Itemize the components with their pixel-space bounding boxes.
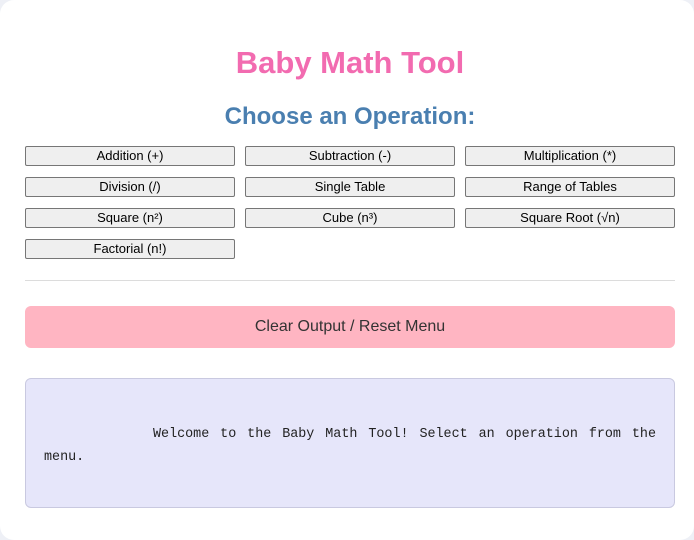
- division-button[interactable]: Division (/): [25, 177, 235, 197]
- output-text: Welcome to the Baby Math Tool! Select an…: [44, 427, 656, 465]
- factorial-button[interactable]: Factorial (n!): [25, 239, 235, 259]
- main-card: Baby Math Tool Choose an Operation: Addi…: [0, 0, 694, 540]
- page-title: Baby Math Tool: [235, 45, 465, 80]
- addition-button[interactable]: Addition (+): [25, 146, 235, 166]
- square-button[interactable]: Square (n²): [25, 208, 235, 228]
- subtraction-button[interactable]: Subtraction (-): [245, 146, 455, 166]
- multiplication-button[interactable]: Multiplication (*): [465, 146, 675, 166]
- operation-heading: Choose an Operation:: [224, 103, 476, 130]
- operation-menu: Addition (+) Subtraction (-) Multiplicat…: [25, 146, 675, 259]
- single-table-button[interactable]: Single Table: [245, 177, 455, 197]
- square-root-button[interactable]: Square Root (√n): [465, 208, 675, 228]
- divider: [25, 280, 675, 281]
- output-panel: Welcome to the Baby Math Tool! Select an…: [25, 378, 675, 508]
- range-of-tables-button[interactable]: Range of Tables: [465, 177, 675, 197]
- cube-button[interactable]: Cube (n³): [245, 208, 455, 228]
- clear-output-button[interactable]: Clear Output / Reset Menu: [25, 306, 675, 348]
